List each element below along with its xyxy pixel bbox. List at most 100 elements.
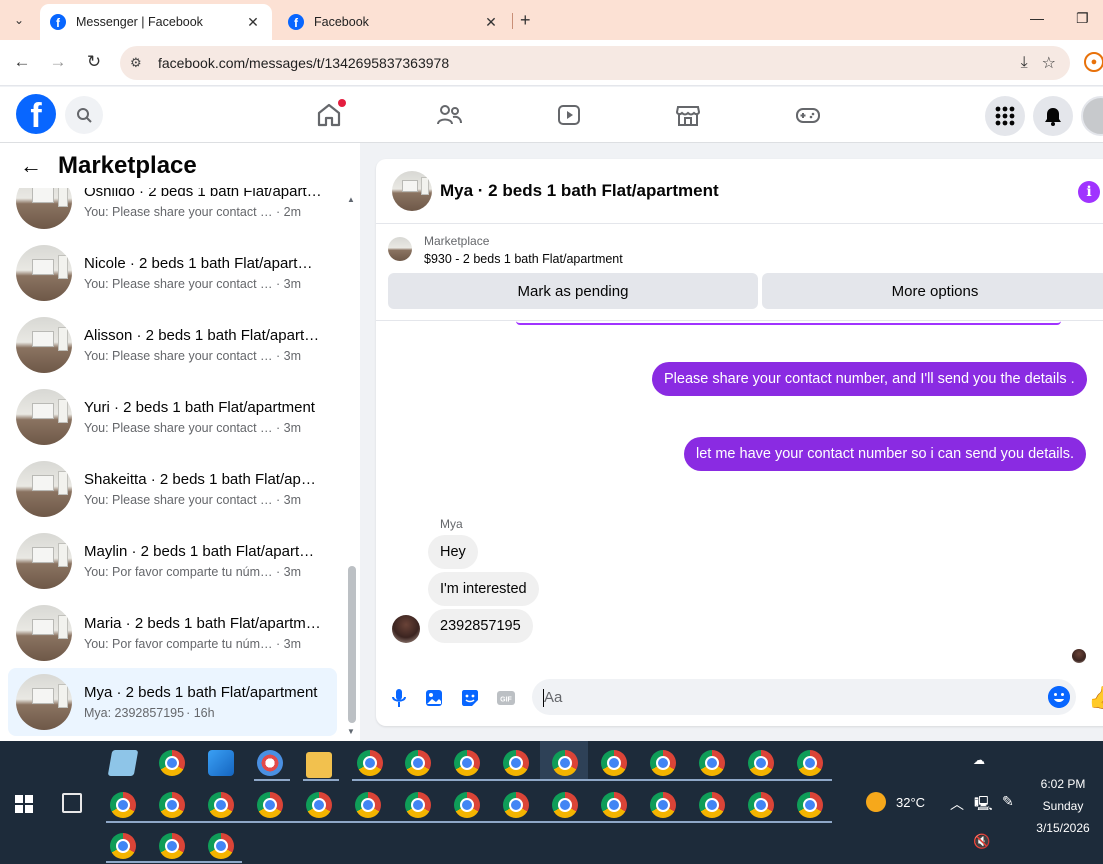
tab-search-chevron-icon[interactable]: ⌄ [6, 7, 32, 33]
more-options-button[interactable]: More options [762, 273, 1103, 309]
chrome-profile-icon[interactable] [748, 792, 774, 818]
file-explorer-icon[interactable] [306, 752, 332, 778]
outgoing-message[interactable]: let me have your contact number so i can… [684, 437, 1087, 471]
chat-item-yuri[interactable]: Yuri · 2 beds 1 bath Flat/apartment You:… [8, 383, 337, 451]
network-icon[interactable]: 🖳 [974, 793, 993, 817]
back-arrow-icon[interactable]: ← [10, 52, 34, 72]
mark-as-pending-button[interactable]: Mark as pending [388, 273, 758, 309]
install-app-icon[interactable]: ⤓ [1021, 54, 1028, 72]
gaming-icon[interactable] [794, 101, 822, 129]
chrome-profile-icon[interactable] [306, 792, 332, 818]
pen-icon[interactable]: ✎ [1002, 793, 1014, 810]
chrome-profile-icon[interactable] [699, 792, 725, 818]
browser-profile-icon[interactable]: ● [1084, 52, 1103, 72]
scroll-down-arrow-icon[interactable]: ▼ [347, 727, 355, 736]
photos-app-icon[interactable] [208, 750, 234, 776]
chrome-profile-icon[interactable] [552, 792, 578, 818]
thumbs-up-icon[interactable]: 👍 [1088, 685, 1103, 711]
emoji-icon[interactable] [1048, 686, 1070, 708]
chrome-profile-icon[interactable] [797, 792, 823, 818]
chrome-profile-icon[interactable] [208, 792, 234, 818]
chrome-profile-icon[interactable] [110, 833, 136, 859]
facebook-logo-icon[interactable]: f [16, 94, 56, 134]
incoming-message[interactable]: 2392857195 [428, 609, 533, 643]
tab-messenger[interactable]: f Messenger | Facebook ✕ [40, 4, 272, 40]
chat-item-nicole[interactable]: Nicole · 2 beds 1 bath Flat/apartment Yo… [8, 239, 337, 307]
task-view-icon[interactable] [62, 793, 82, 813]
close-tab-icon[interactable]: ✕ [244, 14, 262, 31]
chrome-profile-icon[interactable] [650, 792, 676, 818]
address-bar[interactable]: ⚙ facebook.com/messages/t/13426958373639… [120, 46, 1070, 80]
close-tab-icon[interactable]: ✕ [482, 14, 500, 31]
message-input[interactable] [532, 679, 1076, 715]
chrome-profile-icon[interactable] [748, 750, 774, 776]
chat-item-alisson[interactable]: Alisson · 2 beds 1 bath Flat/apartment Y… [8, 311, 337, 379]
marketplace-icon[interactable] [674, 101, 702, 129]
forward-arrow-icon[interactable]: → [46, 52, 70, 72]
chat-item-maria[interactable]: Maria · 2 beds 1 bath Flat/apartment You… [8, 599, 337, 667]
chat-item-maylin[interactable]: Maylin · 2 beds 1 bath Flat/apartment Yo… [8, 527, 337, 595]
new-tab-plus-icon[interactable]: + [520, 10, 531, 31]
url-text[interactable]: facebook.com/messages/t/1342695837363978 [158, 55, 1021, 71]
chrome-profile-icon[interactable] [357, 750, 383, 776]
photo-attach-icon[interactable] [423, 687, 445, 709]
notepad-app-icon[interactable] [107, 750, 139, 776]
chrome-app-icon[interactable] [159, 750, 185, 776]
incoming-message[interactable]: Hey [428, 535, 478, 569]
chat-list[interactable]: Oshildo · 2 beds 1 bath Flat/apartment Y… [0, 143, 345, 741]
message-thread[interactable]: Please share your contact number, and I'… [376, 321, 1103, 671]
scroll-up-arrow-icon[interactable]: ▲ [347, 195, 355, 204]
chrome-profile-icon[interactable] [503, 750, 529, 776]
video-icon[interactable] [555, 101, 583, 129]
chrome-profile-icon[interactable] [601, 750, 627, 776]
chrome-profile-icon[interactable] [454, 750, 480, 776]
friends-icon[interactable] [435, 101, 463, 129]
reload-icon[interactable]: ↻ [82, 52, 106, 72]
site-settings-icon[interactable]: ⚙ [130, 55, 150, 71]
chrome-profile-icon[interactable] [110, 792, 136, 818]
sticker-icon[interactable] [459, 687, 481, 709]
paint-app-icon[interactable] [257, 750, 283, 776]
tray-app-icon[interactable]: ☁ [973, 753, 985, 767]
search-icon[interactable] [65, 96, 103, 134]
volume-muted-icon[interactable]: 🔇 [973, 833, 990, 850]
info-icon[interactable]: i [1078, 181, 1100, 203]
sender-avatar[interactable] [392, 615, 420, 643]
outgoing-message[interactable]: Please share your contact number, and I'… [652, 362, 1087, 396]
chrome-profile-icon[interactable] [797, 750, 823, 776]
chrome-profile-icon[interactable] [355, 792, 381, 818]
weather-temperature[interactable]: 32°C [896, 795, 925, 810]
back-arrow-icon[interactable]: ← [20, 153, 42, 179]
system-clock[interactable]: 6:02 PM Sunday 3/15/2026 [1028, 773, 1098, 839]
chrome-profile-icon[interactable] [601, 792, 627, 818]
chrome-profile-icon[interactable] [552, 750, 578, 776]
listing-thumbnail[interactable] [388, 237, 412, 261]
chat-item-mya[interactable]: Mya · 2 beds 1 bath Flat/apartment Mya: … [8, 668, 337, 736]
windows-start-icon[interactable] [15, 795, 33, 813]
microphone-icon[interactable] [388, 687, 410, 709]
tab-facebook[interactable]: f Facebook ✕ [278, 4, 510, 40]
incoming-message[interactable]: I'm interested [428, 572, 539, 606]
minimize-window-icon[interactable]: — [1030, 10, 1044, 26]
conversation-title[interactable]: Mya · 2 beds 1 bath Flat/apartment [440, 181, 719, 201]
menu-grid-icon[interactable] [985, 96, 1025, 136]
chrome-profile-icon[interactable] [257, 792, 283, 818]
show-hidden-icons-chevron-icon[interactable]: ︿ [950, 794, 964, 814]
chrome-profile-icon[interactable] [503, 792, 529, 818]
chrome-profile-icon[interactable] [405, 750, 431, 776]
weather-sun-icon[interactable] [866, 792, 886, 812]
notifications-bell-icon[interactable] [1033, 96, 1073, 136]
chrome-profile-icon[interactable] [159, 833, 185, 859]
chrome-profile-icon[interactable] [454, 792, 480, 818]
restore-window-icon[interactable]: ❐ [1076, 10, 1089, 27]
gif-icon[interactable]: GIF [495, 687, 517, 709]
chrome-profile-icon[interactable] [405, 792, 431, 818]
chrome-profile-icon[interactable] [159, 792, 185, 818]
listing-thumbnail[interactable] [392, 171, 432, 211]
chat-item-shakeitta[interactable]: Shakeitta · 2 beds 1 bath Flat/apartment… [8, 455, 337, 523]
chrome-profile-icon[interactable] [208, 833, 234, 859]
bookmark-star-icon[interactable]: ☆ [1042, 53, 1056, 73]
listing-price-title[interactable]: $930 - 2 beds 1 bath Flat/apartment [424, 252, 623, 266]
chat-list-scroll-thumb[interactable] [348, 566, 356, 723]
chrome-profile-icon[interactable] [699, 750, 725, 776]
